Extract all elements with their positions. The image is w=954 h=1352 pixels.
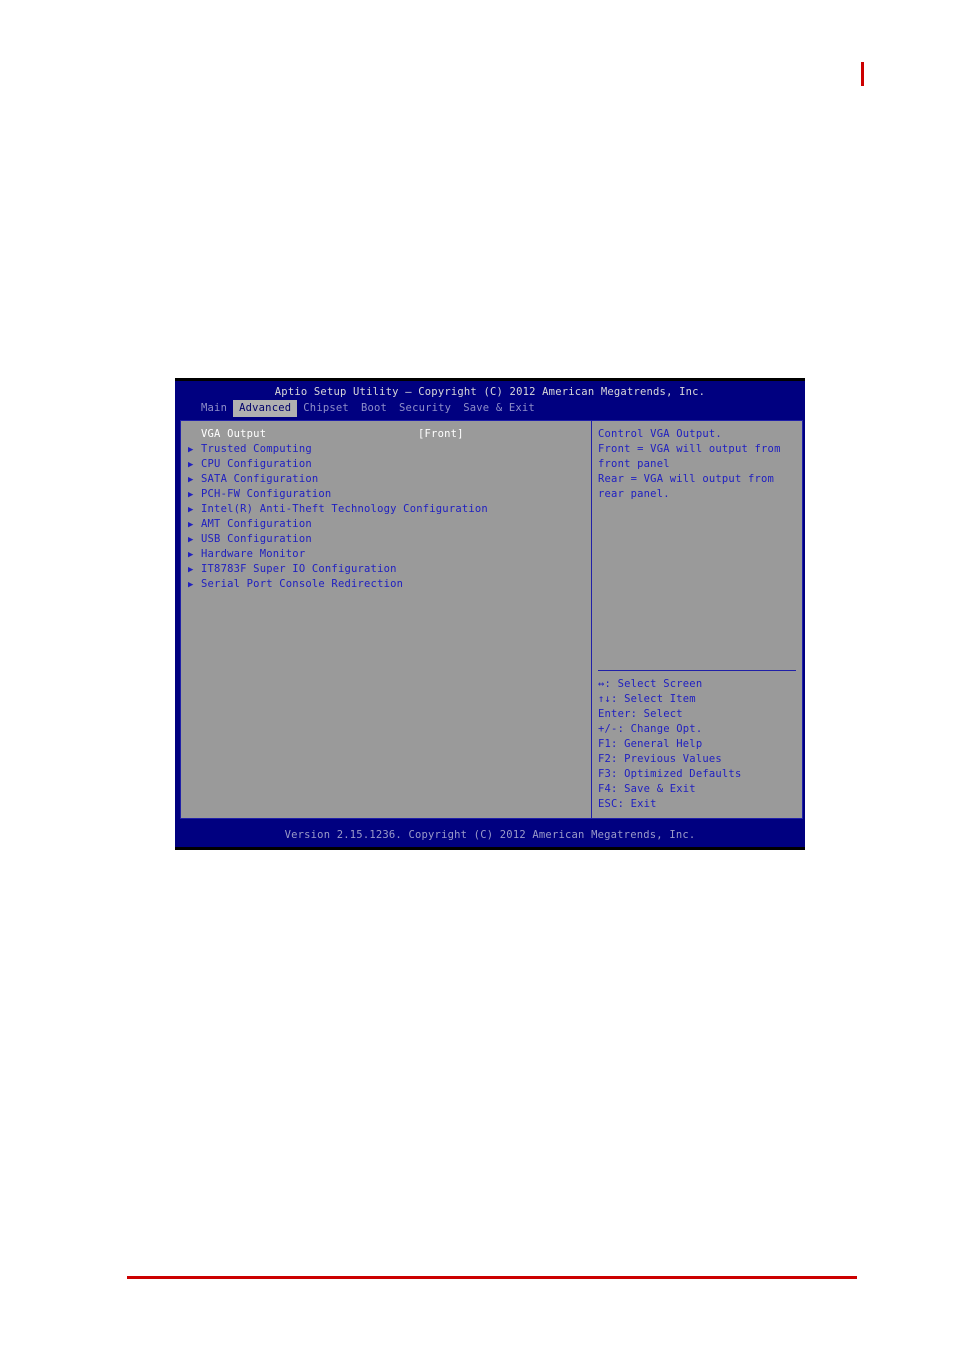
key-hint: F1: General Help bbox=[598, 738, 703, 750]
bios-menu-tabs: Main Advanced Chipset Boot Security Save & Ex… bbox=[175, 400, 805, 417]
page-margin-mark bbox=[861, 62, 864, 86]
submenu-arrow-icon: ▶ bbox=[188, 565, 194, 575]
menu-item[interactable]: ▶ Trusted Computing bbox=[181, 442, 591, 457]
tab-security[interactable]: Security bbox=[393, 400, 457, 417]
help-separator bbox=[598, 670, 796, 671]
help-line: front panel bbox=[598, 458, 670, 470]
submenu-arrow-icon: ▶ bbox=[188, 445, 194, 455]
help-line: Rear = VGA will output from bbox=[598, 473, 775, 485]
menu-item-label: Trusted Computing bbox=[201, 443, 312, 455]
menu-item[interactable]: ▶ Hardware Monitor bbox=[181, 547, 591, 562]
menu-item-label: Hardware Monitor bbox=[201, 548, 306, 560]
tab-boot[interactable]: Boot bbox=[355, 400, 393, 417]
submenu-arrow-icon: ▶ bbox=[188, 490, 194, 500]
help-text: Control VGA Output. Front = VGA will outp… bbox=[598, 427, 802, 502]
menu-item-label: USB Configuration bbox=[201, 533, 312, 545]
submenu-arrow-icon: ▶ bbox=[188, 535, 194, 545]
menu-item-label: VGA Output bbox=[201, 428, 267, 440]
menu-item-label: IT8783F Super IO Configuration bbox=[201, 563, 397, 575]
tab-chipset[interactable]: Chipset bbox=[297, 400, 355, 417]
bios-title: Aptio Setup Utility – Copyright (C) 2012… bbox=[175, 381, 805, 401]
submenu-arrow-icon: ▶ bbox=[188, 520, 194, 530]
key-hint: F3: Optimized Defaults bbox=[598, 768, 742, 780]
settings-pane: VGA Output [Front] ▶ Trusted Computing ▶ CPU … bbox=[181, 421, 592, 818]
menu-item[interactable]: ▶ USB Configuration bbox=[181, 532, 591, 547]
menu-item[interactable]: ▶ IT8783F Super IO Configuration bbox=[181, 562, 591, 577]
help-line: Front = VGA will output from bbox=[598, 443, 781, 455]
help-pane: Control VGA Output. Front = VGA will outp… bbox=[592, 421, 802, 818]
menu-item[interactable]: ▶ Intel(R) Anti-Theft Technology Configur… bbox=[181, 502, 591, 517]
key-hint: F4: Save & Exit bbox=[598, 783, 696, 795]
bullet-spacer bbox=[188, 428, 201, 443]
menu-item-label: CPU Configuration bbox=[201, 458, 312, 470]
key-hint: +/-: Change Opt. bbox=[598, 723, 703, 735]
submenu-arrow-icon: ▶ bbox=[188, 580, 194, 590]
tab-main[interactable]: Main bbox=[195, 400, 233, 417]
submenu-arrow-icon: ▶ bbox=[188, 505, 194, 515]
menu-item[interactable]: ▶ CPU Configuration bbox=[181, 457, 591, 472]
key-hint: Enter: Select bbox=[598, 708, 683, 720]
menu-item-label: PCH-FW Configuration bbox=[201, 488, 332, 500]
key-hint: F2: Previous Values bbox=[598, 753, 722, 765]
tab-advanced[interactable]: Advanced bbox=[233, 400, 298, 417]
menu-item[interactable]: ▶ SATA Configuration bbox=[181, 472, 591, 487]
menu-item-label: Intel(R) Anti-Theft Technology Configura… bbox=[201, 503, 488, 515]
menu-item-value[interactable]: [Front] bbox=[418, 427, 464, 442]
menu-item[interactable]: ▶ AMT Configuration bbox=[181, 517, 591, 532]
key-hint: ESC: Exit bbox=[598, 798, 657, 810]
help-line: rear panel. bbox=[598, 488, 670, 500]
tab-save-exit[interactable]: Save & Exit bbox=[457, 400, 541, 417]
menu-item[interactable]: VGA Output [Front] bbox=[181, 427, 591, 442]
bios-version-footer: Version 2.15.1236. Copyright (C) 2012 Am… bbox=[175, 824, 805, 844]
help-spacer bbox=[598, 502, 802, 670]
menu-item[interactable]: ▶ PCH-FW Configuration bbox=[181, 487, 591, 502]
key-hint: ↔: Select Screen bbox=[598, 678, 703, 690]
help-line: Control VGA Output. bbox=[598, 428, 722, 440]
submenu-arrow-icon: ▶ bbox=[188, 550, 194, 560]
bios-setup-window: Aptio Setup Utility – Copyright (C) 2012… bbox=[175, 378, 805, 850]
menu-item-label: Serial Port Console Redirection bbox=[201, 578, 404, 590]
bios-content: VGA Output [Front] ▶ Trusted Computing ▶ CPU … bbox=[180, 420, 803, 819]
menu-item-label: AMT Configuration bbox=[201, 518, 312, 530]
menu-item-label: SATA Configuration bbox=[201, 473, 319, 485]
menu-item[interactable]: ▶ Serial Port Console Redirection bbox=[181, 577, 591, 592]
page-footer-rule bbox=[127, 1276, 857, 1279]
submenu-arrow-icon: ▶ bbox=[188, 460, 194, 470]
key-legend: ↔: Select Screen ↑↓: Select Item Enter: Se… bbox=[598, 677, 802, 818]
submenu-arrow-icon: ▶ bbox=[188, 475, 194, 485]
key-hint: ↑↓: Select Item bbox=[598, 693, 696, 705]
